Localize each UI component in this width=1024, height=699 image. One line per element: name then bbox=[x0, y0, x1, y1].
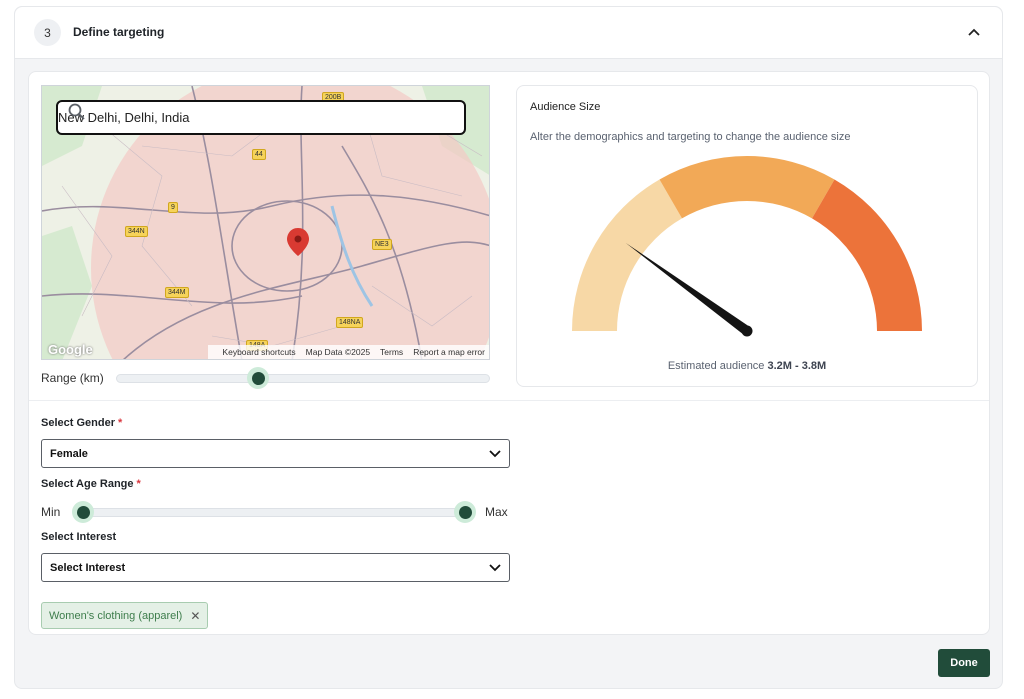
gauge-needle bbox=[625, 242, 750, 336]
interest-label: Select Interest bbox=[41, 531, 117, 543]
age-range-track[interactable] bbox=[73, 508, 475, 517]
age-max-label: Max bbox=[485, 505, 508, 519]
range-slider-row: Range (km) bbox=[41, 367, 491, 389]
age-max-thumb[interactable] bbox=[454, 501, 476, 523]
gauge-segment bbox=[659, 156, 835, 219]
keyboard-shortcuts-link[interactable]: Keyboard shortcuts bbox=[222, 347, 295, 357]
map-view[interactable]: 200B 44 9 344N NE3 344M 148NA 148A New D… bbox=[41, 85, 490, 360]
done-button[interactable]: Done bbox=[938, 649, 990, 677]
map-search-input[interactable]: New Delhi, Delhi, India bbox=[56, 100, 466, 135]
search-icon bbox=[68, 103, 85, 120]
collapse-button[interactable] bbox=[965, 23, 983, 41]
chevron-down-icon bbox=[489, 449, 501, 457]
age-min-label: Min bbox=[41, 505, 61, 519]
gender-label-text: Select Gender bbox=[41, 417, 115, 429]
estimated-audience-value: 3.2M - 3.8M bbox=[767, 360, 827, 372]
audience-gauge bbox=[572, 156, 922, 337]
gauge-segment bbox=[812, 179, 922, 331]
required-mark: * bbox=[117, 417, 123, 429]
gender-select-value: Female bbox=[50, 447, 88, 460]
map-data-attribution: Map Data ©2025 bbox=[305, 347, 371, 357]
range-label: Range (km) bbox=[41, 371, 104, 385]
range-slider-thumb[interactable] bbox=[247, 367, 270, 389]
age-min-thumb[interactable] bbox=[72, 501, 94, 523]
audience-size-description: Alter the demographics and targeting to … bbox=[530, 131, 851, 143]
targeting-section: 3 Define targeting 200B 44 9 344N NE3 34… bbox=[14, 6, 1003, 689]
targeting-panel: 200B 44 9 344N NE3 344M 148NA 148A New D… bbox=[28, 71, 990, 635]
interest-select-placeholder: Select Interest bbox=[50, 561, 126, 574]
google-logo: Google bbox=[48, 342, 93, 357]
interest-tag-label: Women's clothing (apparel) bbox=[49, 609, 183, 622]
age-range-label-text: Select Age Range bbox=[41, 478, 134, 490]
gauge-segment bbox=[572, 179, 682, 331]
chevron-up-icon bbox=[968, 28, 980, 36]
map-footer: Keyboard shortcuts Map Data ©2025 Terms … bbox=[208, 345, 489, 359]
gauge-needle-hub bbox=[741, 325, 753, 337]
age-range-label: Select Age Range * bbox=[41, 478, 141, 490]
gender-select[interactable]: Female bbox=[41, 439, 510, 468]
close-icon[interactable]: ✕ bbox=[190, 609, 200, 623]
terms-link[interactable]: Terms bbox=[380, 347, 403, 357]
step-header[interactable]: 3 Define targeting bbox=[15, 7, 1002, 59]
step-number: 3 bbox=[34, 19, 61, 46]
estimated-audience-label: Estimated audience bbox=[667, 360, 765, 372]
step-title: Define targeting bbox=[73, 25, 165, 39]
chevron-down-icon bbox=[489, 563, 501, 571]
audience-size-card: Audience Size Alter the demographics and… bbox=[516, 85, 978, 387]
road-label: 344N bbox=[125, 226, 148, 237]
interest-tag: Women's clothing (apparel) ✕ bbox=[41, 602, 209, 629]
estimated-audience: Estimated audience 3.2M - 3.8M bbox=[517, 360, 977, 372]
road-label: 44 bbox=[252, 149, 266, 160]
required-mark: * bbox=[136, 478, 141, 490]
interest-select[interactable]: Select Interest bbox=[41, 553, 510, 582]
report-map-error-link[interactable]: Report a map error bbox=[413, 347, 485, 357]
section-divider bbox=[29, 400, 989, 401]
road-label: 344M bbox=[165, 287, 189, 298]
gender-label: Select Gender * bbox=[41, 417, 122, 429]
range-track[interactable] bbox=[116, 374, 490, 383]
road-label: 9 bbox=[168, 202, 178, 213]
road-label: NE3 bbox=[372, 239, 392, 250]
age-range-slider-row: Min Max bbox=[41, 500, 511, 524]
road-label: 148NA bbox=[336, 317, 364, 328]
audience-size-title: Audience Size bbox=[530, 101, 601, 113]
